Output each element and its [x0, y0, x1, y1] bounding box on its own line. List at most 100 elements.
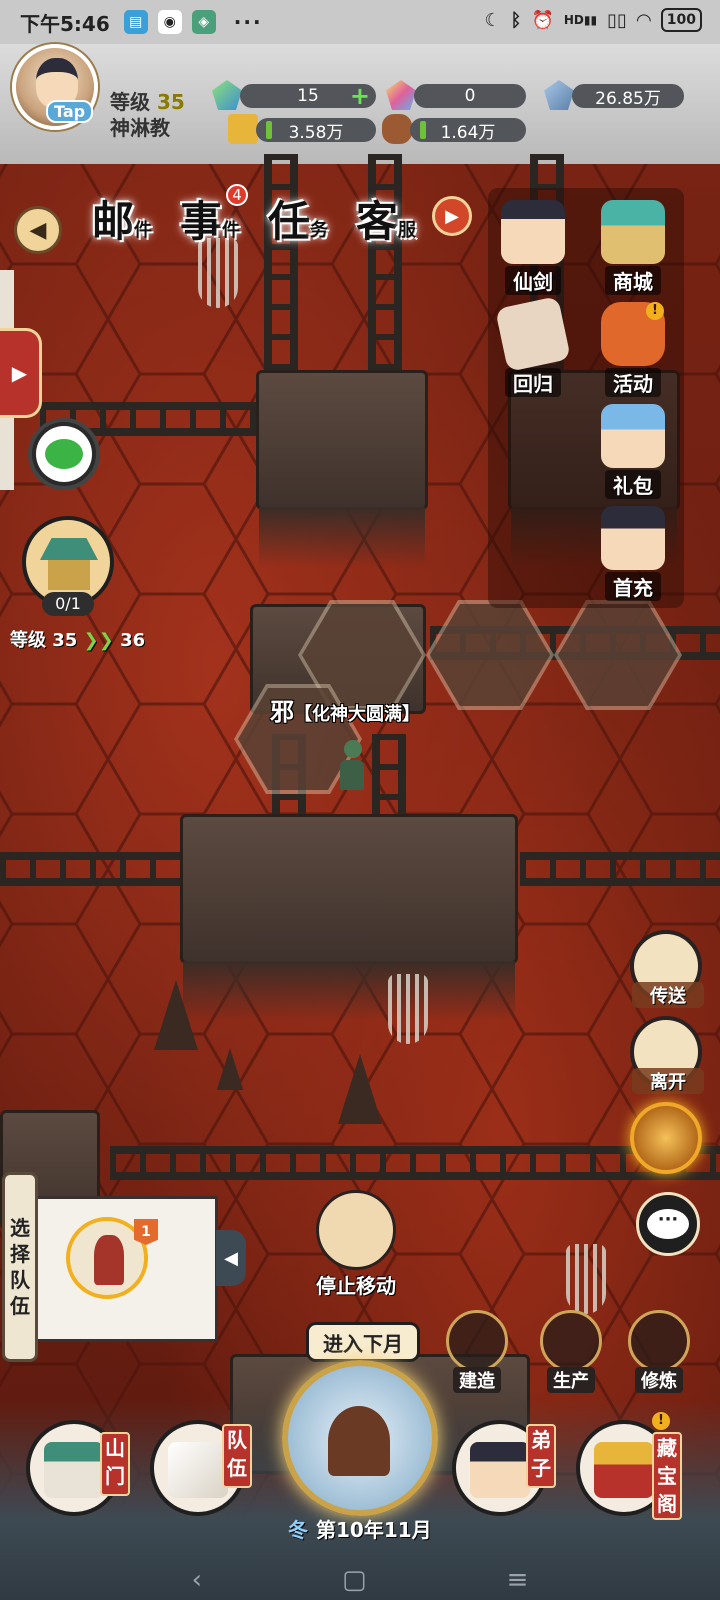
feature-label: 礼包 [605, 470, 661, 499]
wood-value: 1.64万 [440, 122, 496, 143]
skeleton-hand-icon [566, 1244, 606, 1314]
game-app-icon: ◈ [191, 10, 216, 34]
crystal-value: 26.85万 [595, 88, 661, 109]
chat-bubble-icon: ··· [647, 1209, 689, 1239]
chevron-left-icon: ◀ [29, 217, 47, 243]
bluetooth-icon: ᛒ [510, 9, 522, 31]
disciple-icon [470, 1442, 530, 1498]
feature-gift-pack[interactable]: 礼包 [588, 404, 678, 504]
skeleton-hand-icon [388, 974, 428, 1044]
select-team-scroll[interactable]: 选择队伍 [2, 1172, 38, 1362]
tab-events-sub: 件 [222, 220, 240, 241]
crystal-counter[interactable]: 26.85万 [572, 84, 684, 109]
snowy-tree-icon [328, 1406, 390, 1476]
temple-level-label: 等级 [10, 630, 46, 651]
chevron-right-icon: ▶ [445, 205, 459, 227]
jade-value: 15 [297, 86, 319, 106]
wood-counter[interactable]: 1.64万 [410, 118, 526, 143]
side-drawer-toggle[interactable]: ▶ [0, 328, 42, 418]
gold-storage-bar [266, 121, 272, 139]
season-date: 冬第10年11月 [288, 1514, 432, 1543]
item-hand-button[interactable] [630, 1102, 702, 1174]
cultivate-icon [628, 1310, 690, 1372]
season-name: 冬 [288, 1518, 308, 1542]
wifi-icon: ◠ [636, 9, 651, 31]
build-label: 建造 [453, 1367, 501, 1393]
feature-shop[interactable]: 商城 [588, 200, 678, 300]
feature-label: 商城 [605, 266, 661, 295]
cultivate-button[interactable]: 修炼 [620, 1310, 698, 1400]
nav-team-label: 队伍 [222, 1424, 252, 1488]
tab-events-main: 事 [179, 196, 222, 246]
battery-indicator: 100 [660, 8, 702, 32]
add-jade-icon[interactable]: + [350, 82, 370, 110]
rock-spike [338, 1054, 382, 1124]
gold-ingot-icon [228, 114, 258, 144]
sword-fairy-icon [501, 200, 565, 264]
wood-log-icon [382, 114, 412, 144]
tab-mail-sub: 件 [134, 220, 152, 241]
player-character[interactable] [340, 740, 366, 790]
player-rank-label: 邪【化神大圆满】 [270, 692, 420, 727]
build-button[interactable]: 建造 [438, 1310, 516, 1400]
chain-horizontal [0, 852, 200, 886]
stop-move-button[interactable]: 停止移动 [306, 1190, 406, 1300]
home-icon[interactable]: ▢ [342, 1565, 367, 1595]
rainbow-jade-value: 0 [464, 86, 476, 106]
chevron-right-icon: ▶ [11, 361, 28, 385]
feature-label: 仙剑 [505, 266, 561, 295]
tap-badge[interactable]: Tap [46, 100, 94, 123]
back-icon[interactable]: ‹ [192, 1565, 202, 1595]
stop-move-label: 停止移动 [316, 1274, 396, 1298]
tab-mail[interactable]: 邮件 [80, 184, 164, 252]
status-time: 下午5:46 [20, 11, 110, 36]
stop-hand-icon [316, 1190, 396, 1270]
teleport-button[interactable]: 传送 [630, 930, 704, 1008]
feature-label: 活动 [605, 368, 661, 397]
leave-button[interactable]: 离开 [630, 1016, 704, 1094]
status-bar: 下午5:46 ▤ ◉ ◈ ··· ☾ ᛒ ⏰ HD▮▮ ▯▯ ◠ 100 [0, 0, 720, 44]
feature-return[interactable]: 回归 [488, 296, 578, 402]
rock-spike [216, 1048, 244, 1090]
rainbow-jade-counter[interactable]: 0 [414, 84, 526, 108]
rock-spike [154, 980, 198, 1050]
team-panel-collapse-button[interactable]: ◀ [216, 1230, 246, 1286]
wood-storage-bar [420, 121, 426, 139]
gold-value: 3.58万 [288, 122, 344, 143]
gift-pack-icon [601, 404, 665, 468]
tabs-left-arrow-button[interactable]: ◀ [14, 206, 62, 254]
tab-customer-service[interactable]: 客服 [344, 184, 428, 252]
feature-first-charge[interactable]: 首充 [588, 506, 678, 606]
game-date: 第10年11月 [316, 1518, 432, 1542]
next-month-button[interactable]: 进入下月 [306, 1322, 420, 1371]
moon-icon: ☾ [484, 9, 501, 31]
feature-label: 回归 [505, 368, 561, 397]
produce-button[interactable]: 生产 [532, 1310, 610, 1400]
gold-counter[interactable]: 3.58万 [256, 118, 376, 143]
shop-icon [601, 200, 665, 264]
wechat-button[interactable] [28, 418, 100, 490]
mountain-gate-icon [44, 1442, 104, 1498]
team-flag-icon [168, 1442, 228, 1498]
chevron-left-icon: ◀ [224, 1247, 238, 1269]
chat-button[interactable]: ··· [636, 1192, 700, 1256]
treasure-pavilion-icon [594, 1442, 654, 1498]
alarm-icon: ⏰ [531, 9, 554, 31]
tabs-right-arrow-button[interactable]: ▶ [432, 196, 472, 236]
chain-horizontal [110, 1146, 720, 1180]
arrow-right-icon: ❯❯ [83, 630, 114, 651]
more-notifications-icon: ··· [233, 10, 263, 34]
season-calendar-button[interactable] [282, 1360, 438, 1516]
chain-horizontal [520, 852, 720, 886]
tab-tasks[interactable]: 任务 [256, 184, 340, 252]
stone-platform-large [180, 814, 518, 1021]
nav-mountain-gate-label: 山门 [100, 1432, 130, 1496]
wheat-icon [540, 1310, 602, 1372]
jade-counter[interactable]: 15 + [240, 82, 376, 110]
nav-treasure-pavilion-label: 藏宝阁 [652, 1432, 682, 1520]
feature-sword-fairy[interactable]: 仙剑 [488, 200, 578, 300]
menu-icon[interactable]: ≡ [507, 1565, 529, 1595]
feature-label: 首充 [605, 572, 661, 601]
tab-service-main: 客 [355, 196, 398, 246]
feature-activity[interactable]: ! 活动 [588, 302, 678, 402]
